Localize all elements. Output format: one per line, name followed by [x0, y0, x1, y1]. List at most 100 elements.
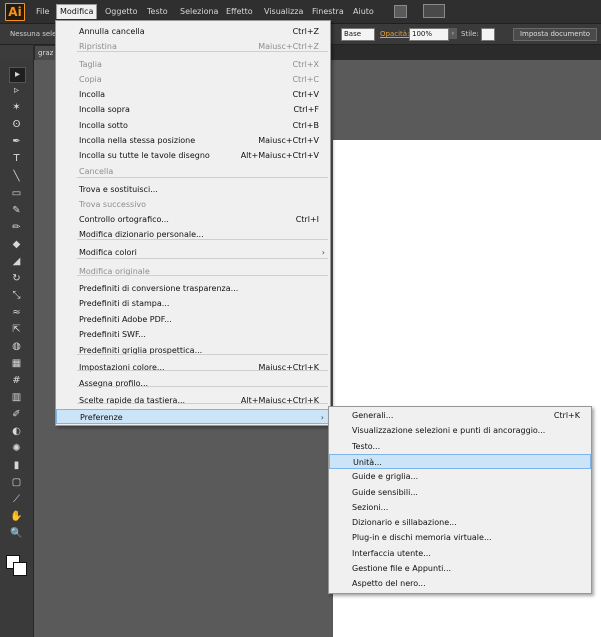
rotate-tool-icon[interactable]: ↻: [9, 272, 24, 286]
stroke-color-swatch[interactable]: [13, 562, 27, 576]
preferences-menu-item[interactable]: Interfaccia utente...: [329, 546, 591, 561]
artboard-tool-icon[interactable]: ▢: [9, 476, 24, 490]
preferences-menu-item[interactable]: Guide sensibili...: [329, 485, 591, 500]
document-setup-button[interactable]: Imposta documento: [513, 28, 597, 41]
modifica-menu-item[interactable]: Impostazioni colore... Maiusc+Ctrl+K: [56, 360, 330, 375]
shape-builder-tool-icon[interactable]: ◍: [9, 340, 24, 354]
menu-finestra[interactable]: Finestra: [309, 5, 347, 19]
menu-item-shortcut: Maiusc+Ctrl+K: [258, 363, 319, 372]
menu-item-label: Unità...: [353, 457, 382, 467]
preferences-menu-item[interactable]: Dizionario e sillabazione...: [329, 515, 591, 530]
modifica-menu-item[interactable]: Predefiniti Adobe PDF...: [56, 312, 330, 327]
menu-separator: [77, 177, 328, 178]
modifica-menu-item[interactable]: Controllo ortografico... Ctrl+I: [56, 212, 330, 227]
menu-item-label: Incolla: [79, 90, 106, 99]
scale-tool-icon[interactable]: ⤡: [9, 289, 24, 303]
style-swatch[interactable]: [481, 28, 495, 41]
zoom-tool-icon[interactable]: 🔍: [9, 527, 24, 541]
preferences-menu-item[interactable]: Testo...: [329, 439, 591, 454]
modifica-menu-item[interactable]: Preferenze ›: [56, 409, 330, 424]
chevron-right-icon[interactable]: ›: [449, 28, 457, 39]
slice-tool-icon[interactable]: ⟋: [9, 493, 24, 507]
modifica-menu-item[interactable]: Predefiniti di conversione trasparenza..…: [56, 281, 330, 296]
preferences-menu-item[interactable]: Visualizzazione selezioni e punti di anc…: [329, 423, 591, 438]
tools-panel: ▸ ▹ ✶ ʘ ✒ T ╲ ▭ ✎ ✏ ◆ ◢ ↻ ⤡ ≈ ⇱ ◍ ▦ # ▥ ✐ ◐ ✺ ▮ ▢ ⟋ ✋ 🔍: [0, 60, 34, 637]
opacity-label[interactable]: Opacità:: [380, 30, 409, 38]
modifica-menu-item[interactable]: Scelte rapide da tastiera... Alt+Maiusc+C…: [56, 393, 330, 408]
symbol-sprayer-tool-icon[interactable]: ✺: [9, 442, 24, 456]
menu-seleziona[interactable]: Seleziona: [177, 5, 221, 19]
hand-tool-icon[interactable]: ✋: [9, 510, 24, 524]
modifica-menu-item[interactable]: Incolla sotto Ctrl+B: [56, 118, 330, 133]
menu-item-label: Predefiniti griglia prospettica...: [79, 346, 203, 355]
gradient-tool-icon[interactable]: ▥: [9, 391, 24, 405]
menu-item-shortcut: Ctrl+Z: [292, 27, 319, 36]
modifica-menu-item[interactable]: Incolla nella stessa posizione Maiusc+Ctr…: [56, 133, 330, 148]
selection-tool-icon[interactable]: ▸: [9, 67, 26, 83]
perspective-grid-tool-icon[interactable]: ▦: [9, 357, 24, 371]
menu-separator: [77, 370, 328, 371]
modifica-menu-item[interactable]: Incolla su tutte le tavole disegno Alt+Ma…: [56, 148, 330, 163]
preferences-menu-item[interactable]: Aspetto del nero...: [329, 576, 591, 591]
modifica-menu-item[interactable]: Assegna profilo...: [56, 376, 330, 391]
blob-brush-tool-icon[interactable]: ◆: [9, 238, 24, 252]
opacity-input[interactable]: 100%: [409, 28, 449, 41]
menu-item-label: Scelte rapide da tastiera...: [79, 396, 186, 405]
free-transform-tool-icon[interactable]: ⇱: [9, 323, 24, 337]
eraser-tool-icon[interactable]: ◢: [9, 255, 24, 269]
menu-item-shortcut: Alt+Maiusc+Ctrl+K: [240, 396, 319, 405]
menu-item-label: Visualizzazione selezioni e punti di anc…: [352, 426, 546, 436]
preferences-menu-item[interactable]: Gestione file e Appunti...: [329, 561, 591, 576]
stroke-profile-select[interactable]: Base: [341, 28, 375, 41]
menu-visualizza[interactable]: Visualizza: [261, 5, 306, 19]
menu-modifica[interactable]: Modifica: [56, 4, 98, 19]
column-graph-tool-icon[interactable]: ▮: [9, 459, 24, 473]
preferences-menu-item[interactable]: Generali... Ctrl+K: [329, 408, 591, 423]
arrange-documents-button[interactable]: [423, 4, 445, 18]
modifica-menu-item: Modifica originale: [56, 264, 330, 279]
preferences-menu-item[interactable]: Plug-in e dischi memoria virtuale...: [329, 530, 591, 545]
paintbrush-tool-icon[interactable]: ✎: [9, 204, 24, 218]
eyedropper-tool-icon[interactable]: ✐: [9, 408, 24, 422]
preferences-menu-item[interactable]: Guide e griglia...: [329, 469, 591, 484]
line-tool-icon[interactable]: ╲: [9, 170, 24, 184]
menu-item-shortcut: Ctrl+I: [295, 215, 319, 224]
menu-aiuto[interactable]: Aiuto: [350, 5, 377, 19]
type-tool-icon[interactable]: T: [9, 152, 24, 166]
pencil-tool-icon[interactable]: ✏: [9, 221, 24, 235]
menu-effetto[interactable]: Effetto: [223, 5, 256, 19]
blend-tool-icon[interactable]: ◐: [9, 425, 24, 439]
modifica-menu-item[interactable]: Trova e sostituisci...: [56, 182, 330, 197]
pen-tool-icon[interactable]: ✒: [9, 135, 24, 149]
modifica-menu-item[interactable]: Predefiniti SWF...: [56, 327, 330, 342]
menu-item-label: Generali...: [352, 411, 394, 420]
modifica-menu-item[interactable]: Predefiniti griglia prospettica...: [56, 343, 330, 358]
modifica-menu-item[interactable]: Annulla cancella Ctrl+Z: [56, 24, 330, 39]
preferences-menu-item[interactable]: Sezioni...: [329, 500, 591, 515]
menu-separator: [77, 354, 328, 355]
modifica-menu-item[interactable]: Incolla sopra Ctrl+F: [56, 102, 330, 117]
rectangle-tool-icon[interactable]: ▭: [9, 187, 24, 201]
app-logo: Ai: [5, 3, 25, 21]
menu-item-label: Controllo ortografico...: [79, 215, 169, 224]
menu-item-label: Testo...: [352, 441, 381, 451]
selection-status: Nessuna selez: [10, 30, 61, 38]
menu-item-label: Predefiniti Adobe PDF...: [79, 315, 172, 324]
direct-selection-tool-icon[interactable]: ▹: [9, 84, 24, 98]
modifica-menu-item[interactable]: Incolla Ctrl+V: [56, 87, 330, 102]
menu-testo[interactable]: Testo: [144, 5, 171, 19]
lasso-tool-icon[interactable]: ʘ: [9, 118, 24, 132]
width-tool-icon[interactable]: ≈: [9, 306, 24, 320]
menu-item-shortcut: Ctrl+K: [553, 411, 580, 420]
menu-oggetto[interactable]: Oggetto: [102, 5, 141, 19]
menu-item-label: Dizionario e sillabazione...: [352, 518, 457, 528]
bridge-button[interactable]: [394, 5, 407, 18]
menu-item-label: Incolla sopra: [79, 105, 130, 114]
modifica-menu-item[interactable]: Predefiniti di stampa...: [56, 296, 330, 311]
preferences-menu-item[interactable]: Unità...: [329, 453, 591, 469]
menu-file[interactable]: File: [33, 5, 52, 19]
mesh-tool-icon[interactable]: #: [9, 374, 24, 388]
menu-item-label: Impostazioni colore...: [79, 363, 165, 372]
menu-item-label: Taglia: [79, 60, 102, 69]
magic-wand-tool-icon[interactable]: ✶: [9, 101, 24, 115]
